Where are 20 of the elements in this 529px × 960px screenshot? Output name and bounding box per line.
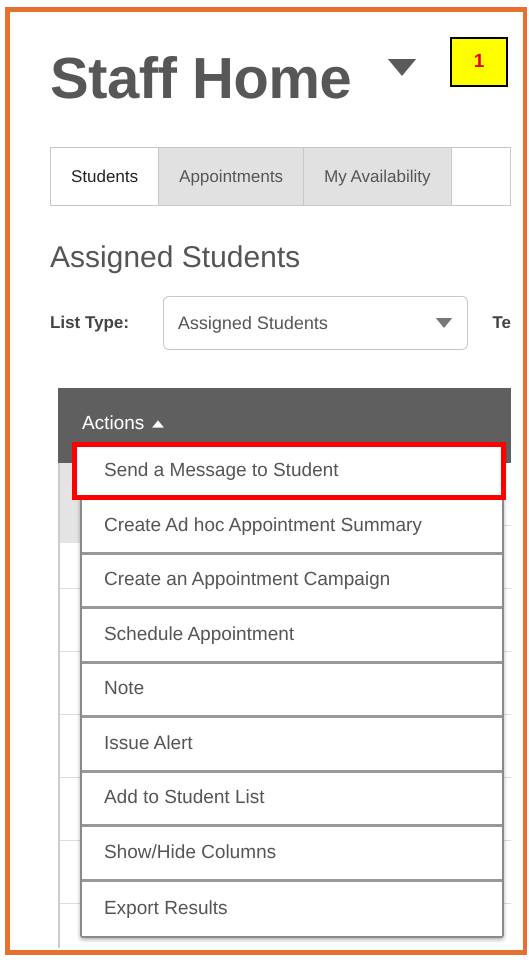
- caret-icon: [435, 318, 454, 328]
- menu-item[interactable]: Show/Hide Columns: [82, 827, 502, 882]
- menu-item[interactable]: Create an Appointment Campaign: [82, 554, 502, 609]
- menu-item[interactable]: Export Results: [82, 882, 502, 936]
- caret-icon[interactable]: [387, 58, 418, 76]
- menu-item[interactable]: Create Ad hoc Appointment Summary: [82, 500, 502, 554]
- callout-badge: 1: [450, 37, 508, 87]
- tab[interactable]: Appointments: [159, 148, 304, 205]
- menu-item[interactable]: Send a Message to Student: [72, 442, 506, 500]
- field-label: Te: [492, 312, 511, 334]
- menu-item[interactable]: Issue Alert: [82, 718, 502, 772]
- list-type-select[interactable]: Assigned Students: [162, 296, 468, 350]
- page-title: Staff Home: [50, 50, 352, 108]
- field-label: List Type:: [50, 312, 130, 334]
- tab[interactable]: My Availability: [304, 148, 452, 205]
- menu-item[interactable]: Schedule Appointment: [82, 609, 502, 664]
- actions-button[interactable]: Actions: [82, 410, 164, 438]
- menu-item[interactable]: Note: [82, 664, 502, 718]
- section-title: Assigned Students: [50, 240, 302, 276]
- menu-item[interactable]: Add to Student List: [82, 772, 502, 827]
